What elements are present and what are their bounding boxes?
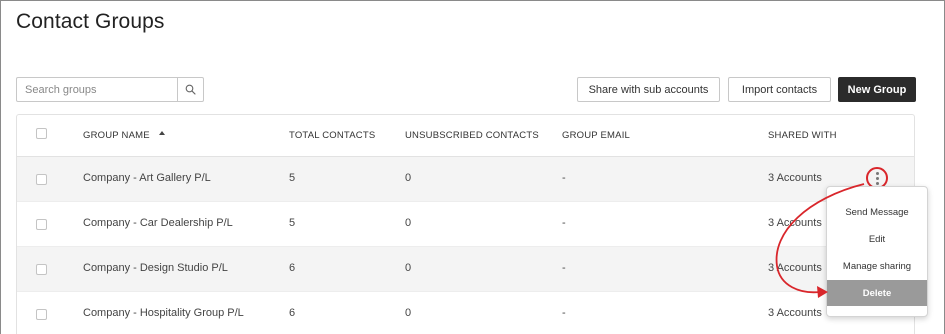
- new-group-button[interactable]: New Group: [838, 77, 916, 102]
- total-contacts-cell: 5: [289, 217, 296, 229]
- column-header-group-name[interactable]: GROUP NAME: [83, 130, 166, 141]
- table-row[interactable]: Company - Design Studio P/L 6 0 - 3 Acco…: [17, 247, 914, 292]
- group-name-cell[interactable]: Company - Design Studio P/L: [83, 262, 228, 274]
- total-contacts-cell: 5: [289, 172, 296, 184]
- row-checkbox[interactable]: [36, 219, 47, 230]
- menu-item-send-message[interactable]: Send Message: [827, 199, 927, 225]
- unsubscribed-contacts-cell: 0: [405, 217, 412, 229]
- shared-with-cell: 3 Accounts: [768, 262, 822, 274]
- unsubscribed-contacts-cell: 0: [405, 262, 412, 274]
- column-header-total-contacts[interactable]: TOTAL CONTACTS: [289, 130, 375, 141]
- menu-item-manage-sharing[interactable]: Manage sharing: [827, 253, 927, 279]
- column-header-shared-with[interactable]: SHARED WITH: [768, 130, 837, 141]
- group-email-cell: -: [562, 307, 566, 319]
- select-all-checkbox[interactable]: [36, 128, 47, 139]
- group-email-cell: -: [562, 262, 566, 274]
- search-box: [16, 77, 204, 102]
- table-header: GROUP NAME TOTAL CONTACTS UNSUBSCRIBED C…: [17, 115, 914, 157]
- group-name-cell[interactable]: Company - Hospitality Group P/L: [83, 307, 244, 319]
- search-button[interactable]: [177, 78, 203, 101]
- total-contacts-cell: 6: [289, 307, 296, 319]
- kebab-menu-icon: [875, 176, 879, 180]
- group-name-cell[interactable]: Company - Car Dealership P/L: [83, 217, 233, 229]
- sort-ascending-icon: [158, 131, 165, 135]
- column-header-group-email[interactable]: GROUP EMAIL: [562, 130, 630, 141]
- column-header-unsubscribed-contacts[interactable]: UNSUBSCRIBED CONTACTS: [405, 130, 539, 141]
- import-contacts-button[interactable]: Import contacts: [728, 77, 831, 102]
- search-icon: [185, 84, 196, 95]
- group-email-cell: -: [562, 172, 566, 184]
- group-name-cell[interactable]: Company - Art Gallery P/L: [83, 172, 211, 184]
- menu-item-edit[interactable]: Edit: [827, 226, 927, 252]
- table-row[interactable]: Company - Art Gallery P/L 5 0 - 3 Accoun…: [17, 157, 914, 202]
- contact-groups-table: GROUP NAME TOTAL CONTACTS UNSUBSCRIBED C…: [16, 114, 915, 334]
- group-email-cell: -: [562, 217, 566, 229]
- page-title: Contact Groups: [16, 10, 165, 33]
- row-checkbox[interactable]: [36, 174, 47, 185]
- shared-with-cell: 3 Accounts: [768, 307, 822, 319]
- row-checkbox[interactable]: [36, 309, 47, 320]
- menu-item-delete[interactable]: Delete: [827, 280, 927, 306]
- shared-with-cell: 3 Accounts: [768, 172, 822, 184]
- search-input[interactable]: [17, 78, 177, 101]
- total-contacts-cell: 6: [289, 262, 296, 274]
- unsubscribed-contacts-cell: 0: [405, 307, 412, 319]
- kebab-menu-icon: [875, 181, 879, 185]
- shared-with-cell: 3 Accounts: [768, 217, 822, 229]
- table-row[interactable]: Company - Car Dealership P/L 5 0 - 3 Acc…: [17, 202, 914, 247]
- row-actions-menu: Send Message Edit Manage sharing Delete: [826, 186, 928, 317]
- kebab-menu-icon: [875, 171, 879, 175]
- table-row[interactable]: Company - Hospitality Group P/L 6 0 - 3 …: [17, 292, 914, 334]
- share-with-sub-accounts-button[interactable]: Share with sub accounts: [577, 77, 720, 102]
- unsubscribed-contacts-cell: 0: [405, 172, 412, 184]
- column-header-group-name-label: GROUP NAME: [83, 130, 150, 141]
- row-checkbox[interactable]: [36, 264, 47, 275]
